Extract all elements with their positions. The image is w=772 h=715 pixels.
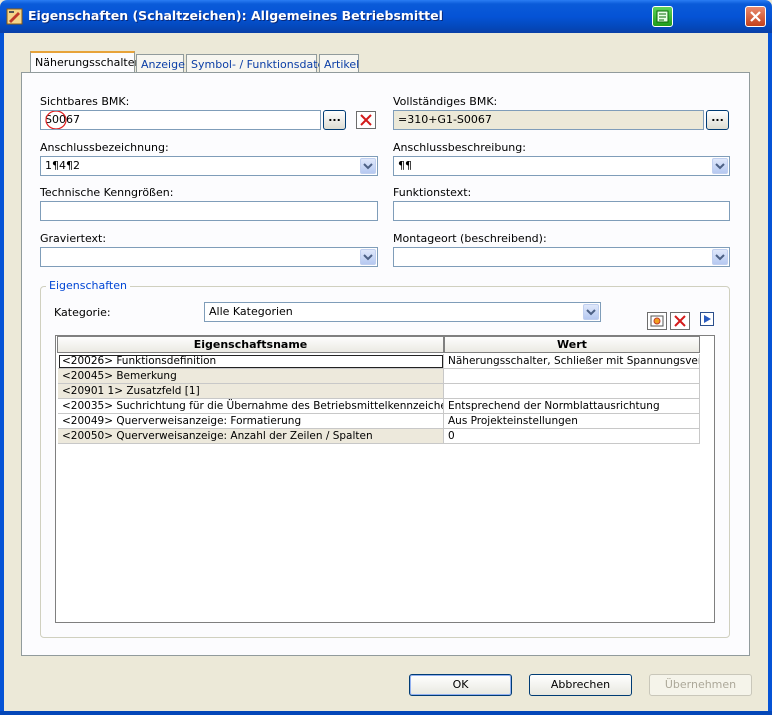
property-name-cell[interactable]: <20049> Querverweisanzeige: Formatierung <box>58 414 444 429</box>
visible-bmk-delete-button[interactable] <box>356 111 376 129</box>
mounting-location-label: Montageort (beschreibend): <box>393 232 547 245</box>
dropdown-button[interactable] <box>360 249 376 265</box>
highlight-circle-icon <box>45 111 67 129</box>
table-row[interactable]: <20049> Querverweisanzeige: Formatierung… <box>58 414 700 429</box>
table-row[interactable]: <20901 1> Zusatzfeld [1] <box>58 384 700 399</box>
window-frame-left <box>0 33 4 715</box>
delete-property-button[interactable] <box>670 312 690 330</box>
dropdown-arrow-icon <box>363 163 373 170</box>
table-row[interactable]: <20050> Querverweisanzeige: Anzahl der Z… <box>58 429 700 444</box>
tech-params-input[interactable] <box>40 201 378 221</box>
connection-designation-value: 1¶4¶2 <box>45 159 80 172</box>
dropdown-arrow-icon <box>715 163 725 170</box>
mounting-location-combo[interactable] <box>393 247 730 267</box>
full-bmk-browse-button[interactable]: ... <box>706 110 729 130</box>
new-property-button[interactable] <box>647 312 667 330</box>
properties-grid[interactable]: Eigenschaftsname Wert <20026> Funktionsd… <box>55 335 715 623</box>
category-value: Alle Kategorien <box>209 305 293 318</box>
delete-icon <box>674 315 686 327</box>
delete-icon <box>360 114 372 126</box>
property-name-cell[interactable]: <20035> Suchrichtung für die Übernahme d… <box>58 399 444 414</box>
tab-symbol-funktionsdaten[interactable]: Symbol- / Funktionsdaten <box>186 54 331 74</box>
tab-anzeige[interactable]: Anzeige <box>136 54 185 74</box>
engraving-label: Graviertext: <box>40 232 107 245</box>
category-combo[interactable]: Alle Kategorien <box>204 302 601 322</box>
property-value-cell[interactable] <box>444 369 700 384</box>
full-bmk-label: Vollständiges BMK: <box>393 95 498 108</box>
new-property-icon <box>650 315 664 327</box>
tab-label: Symbol- / Funktionsdaten <box>191 58 332 71</box>
property-value-cell[interactable]: Entsprechend der Normblattausrichtung <box>444 399 700 414</box>
function-text-input[interactable] <box>393 201 730 221</box>
window-title: Eigenschaften (Schaltzeichen): Allgemein… <box>28 8 443 23</box>
dropdown-button[interactable] <box>712 249 728 265</box>
connection-description-label: Anschlussbeschreibung: <box>393 141 526 154</box>
help-icon <box>656 10 669 23</box>
browse-icon: ... <box>328 111 341 124</box>
function-text-label: Funktionstext: <box>393 186 472 199</box>
column-header-value[interactable]: Wert <box>444 336 700 353</box>
dropdown-arrow-icon <box>586 309 596 316</box>
tech-params-label: Technische Kenngrößen: <box>40 186 174 199</box>
visible-bmk-input[interactable]: S0067 <box>40 110 321 130</box>
tab-label: Artikel <box>324 58 360 71</box>
tab-naeherungsschalter[interactable]: Näherungsschalter <box>30 51 139 74</box>
full-bmk-input[interactable]: =310+G1-S0067 <box>393 110 704 130</box>
properties-group-label: Eigenschaften <box>46 279 130 292</box>
connection-description-value: ¶¶ <box>398 159 412 172</box>
apply-button[interactable]: Übernehmen <box>649 674 752 696</box>
table-row[interactable]: <20026> Funktionsdefinition Näherungssch… <box>58 354 700 369</box>
close-button[interactable] <box>745 6 766 27</box>
column-header-name[interactable]: Eigenschaftsname <box>57 336 444 353</box>
window-frame-right <box>768 33 772 715</box>
table-row[interactable]: <20045> Bemerkung <box>58 369 700 384</box>
visible-bmk-label: Sichtbares BMK: <box>40 95 130 108</box>
property-name-cell[interactable]: <20045> Bemerkung <box>58 369 444 384</box>
engraving-combo[interactable] <box>40 247 378 267</box>
window-frame-bottom <box>0 711 772 715</box>
property-value-cell[interactable]: Näherungsschalter, Schließer mit Spannun… <box>444 354 700 369</box>
category-label: Kategorie: <box>54 306 111 319</box>
close-icon <box>750 11 761 22</box>
dropdown-button[interactable] <box>712 158 728 174</box>
tab-label: Anzeige <box>141 58 185 71</box>
dropdown-button[interactable] <box>583 304 599 320</box>
property-value-cell[interactable]: 0 <box>444 429 700 444</box>
table-row[interactable]: <20035> Suchrichtung für die Übernahme d… <box>58 399 700 414</box>
dropdown-button[interactable] <box>360 158 376 174</box>
property-value-cell[interactable]: Aus Projekteinstellungen <box>444 414 700 429</box>
tab-label: Näherungsschalter <box>35 56 140 69</box>
cancel-button[interactable]: Abbrechen <box>529 674 632 696</box>
dropdown-arrow-icon <box>363 254 373 261</box>
property-value-cell[interactable] <box>444 384 700 399</box>
play-button[interactable] <box>700 312 714 326</box>
property-name-cell[interactable]: <20901 1> Zusatzfeld [1] <box>58 384 444 399</box>
dropdown-arrow-icon <box>715 254 725 261</box>
property-name-cell[interactable]: <20050> Querverweisanzeige: Anzahl der Z… <box>58 429 444 444</box>
connection-designation-label: Anschlussbezeichnung: <box>40 141 169 154</box>
app-icon <box>6 8 23 25</box>
full-bmk-value: =310+G1-S0067 <box>398 113 492 126</box>
visible-bmk-browse-button[interactable]: ... <box>323 110 346 130</box>
play-icon <box>704 315 711 323</box>
ok-button[interactable]: OK <box>409 674 512 696</box>
browse-icon: ... <box>711 111 724 124</box>
tab-artikel[interactable]: Artikel <box>319 54 359 74</box>
title-bar: Eigenschaften (Schaltzeichen): Allgemein… <box>0 0 772 33</box>
connection-description-combo[interactable]: ¶¶ <box>393 156 730 176</box>
property-name-cell[interactable]: <20026> Funktionsdefinition <box>58 354 444 369</box>
help-button[interactable] <box>652 6 673 27</box>
connection-designation-combo[interactable]: 1¶4¶2 <box>40 156 378 176</box>
